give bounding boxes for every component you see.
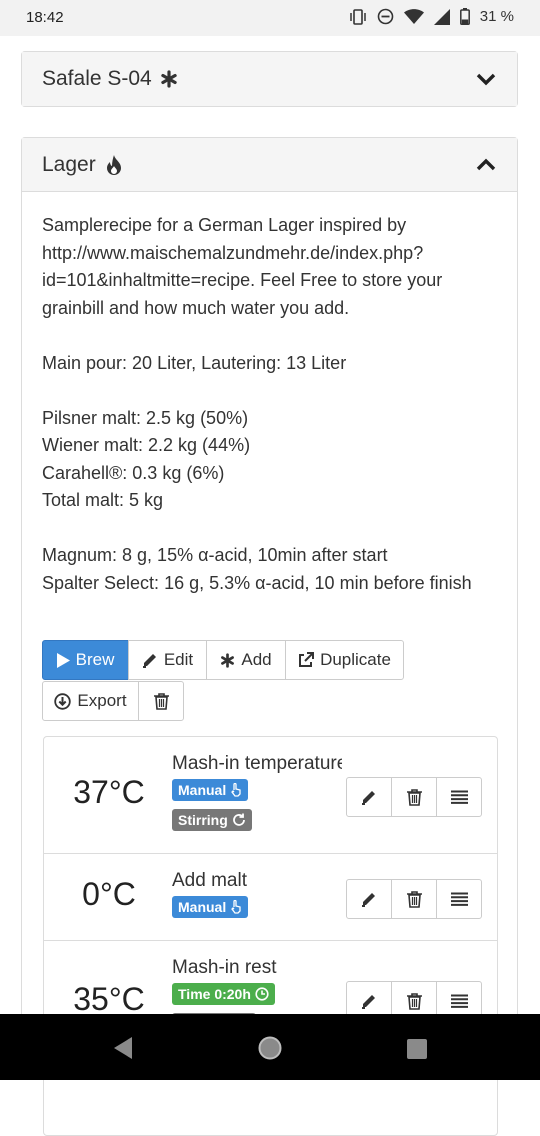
hand-pointer-icon <box>231 783 241 797</box>
recipe-panel-header[interactable]: Lager <box>22 138 517 192</box>
battery-percent: 31 % <box>479 8 514 25</box>
play-icon <box>56 652 70 668</box>
recipe-water: Main pour: 20 Liter, Lautering: 13 Liter <box>42 352 347 373</box>
step-row: 37°C Mash-in temperature Manual Stirring <box>44 737 497 854</box>
recipe-panel: Lager Samplerecipe for a German Lager in… <box>21 137 518 1136</box>
edit-button-label: Edit <box>163 650 194 669</box>
step-actions <box>346 879 482 919</box>
export-button[interactable]: Export <box>42 681 139 721</box>
badge-label: Time 0:20h <box>178 986 251 1002</box>
fire-icon <box>106 154 121 175</box>
step-name: Mash-in rest <box>172 957 277 978</box>
recipe-actions-row-2: Export <box>42 681 184 721</box>
brew-button-label: Brew <box>75 650 115 669</box>
menu-lines-icon <box>450 790 468 804</box>
reorder-step-handle[interactable] <box>436 879 482 919</box>
delete-step-button[interactable] <box>391 879 437 919</box>
step-temperature: 37°C <box>73 774 145 810</box>
recents-icon[interactable] <box>406 1038 428 1060</box>
recipe-name: Lager <box>42 152 96 176</box>
signal-icon <box>433 8 450 25</box>
asterisk-icon <box>221 652 235 668</box>
menu-lines-icon <box>450 892 468 906</box>
do-not-disturb-icon <box>377 8 394 25</box>
step-name: Add malt <box>172 870 247 891</box>
hand-pointer-icon <box>231 900 241 914</box>
duplicate-button-label: Duplicate <box>320 650 391 669</box>
brew-button[interactable]: Brew <box>42 640 129 680</box>
badge-label: Manual <box>178 782 227 798</box>
edit-button[interactable]: Edit <box>128 640 207 680</box>
trash-icon <box>406 788 422 806</box>
recipe-hops: Magnum: 8 g, 15% α-acid, 10min after sta… <box>42 545 472 593</box>
step-actions <box>346 777 482 817</box>
trash-icon <box>153 692 169 710</box>
stirring-badge: Stirring <box>172 809 252 831</box>
menu-lines-icon <box>450 994 468 1008</box>
step-temperature: 0°C <box>82 876 136 912</box>
recipe-intro: Samplerecipe for a German Lager inspired… <box>42 215 443 318</box>
delete-step-button[interactable] <box>391 777 437 817</box>
wifi-icon <box>403 8 424 24</box>
step-temperature: 35°C <box>73 981 145 1017</box>
delete-recipe-button[interactable] <box>138 681 184 721</box>
pencil-icon <box>362 995 375 1009</box>
recipe-actions-row-1: Brew Edit Add Duplicate <box>42 640 404 680</box>
yeast-panel-title: Safale S-04 <box>42 67 475 91</box>
yeast-name: Safale S-04 <box>42 67 152 90</box>
duplicate-button[interactable]: Duplicate <box>285 640 404 680</box>
step-name: Mash-in temperature <box>172 753 342 774</box>
status-time: 18:42 <box>26 9 64 26</box>
battery-icon <box>459 8 470 25</box>
vibrate-icon <box>350 8 366 25</box>
yeast-panel: Safale S-04 <box>21 51 518 107</box>
share-icon <box>299 652 315 667</box>
pencil-icon <box>142 654 156 668</box>
edit-step-button[interactable] <box>346 777 392 817</box>
add-button-label: Add <box>241 650 272 669</box>
reorder-step-handle[interactable] <box>436 777 482 817</box>
status-bar: 18:42 31 % <box>0 0 540 36</box>
chevron-down-icon[interactable] <box>475 68 497 90</box>
recipe-malts: Pilsner malt: 2.5 kg (50%) Wiener malt: … <box>42 407 251 511</box>
trash-icon <box>406 992 422 1010</box>
pencil-icon <box>362 791 375 805</box>
time-badge: Time 0:20h <box>172 983 275 1005</box>
yeast-panel-header[interactable]: Safale S-04 <box>22 52 517 106</box>
system-navigation-bar <box>0 1014 540 1080</box>
recipe-description: Samplerecipe for a German Lager inspired… <box>22 192 517 597</box>
clock-icon <box>255 987 269 1001</box>
edit-step-button[interactable] <box>346 879 392 919</box>
trash-icon <box>406 890 422 908</box>
status-icons: 31 % <box>349 8 514 25</box>
back-icon[interactable] <box>112 1036 134 1060</box>
manual-badge: Manual <box>172 779 249 801</box>
chevron-up-icon[interactable] <box>475 154 497 176</box>
asterisk-icon <box>161 70 177 88</box>
add-button[interactable]: Add <box>206 640 286 680</box>
home-icon[interactable] <box>257 1035 283 1061</box>
pencil-icon <box>362 893 375 907</box>
refresh-icon <box>232 813 245 826</box>
badge-label: Manual <box>178 899 227 915</box>
manual-badge: Manual <box>172 896 249 918</box>
badge-label: Stirring <box>178 812 228 828</box>
download-circle-icon <box>54 692 72 710</box>
step-row: 0°C Add malt Manual <box>44 854 497 941</box>
recipe-panel-title: Lager <box>42 153 475 177</box>
export-button-label: Export <box>77 691 127 710</box>
